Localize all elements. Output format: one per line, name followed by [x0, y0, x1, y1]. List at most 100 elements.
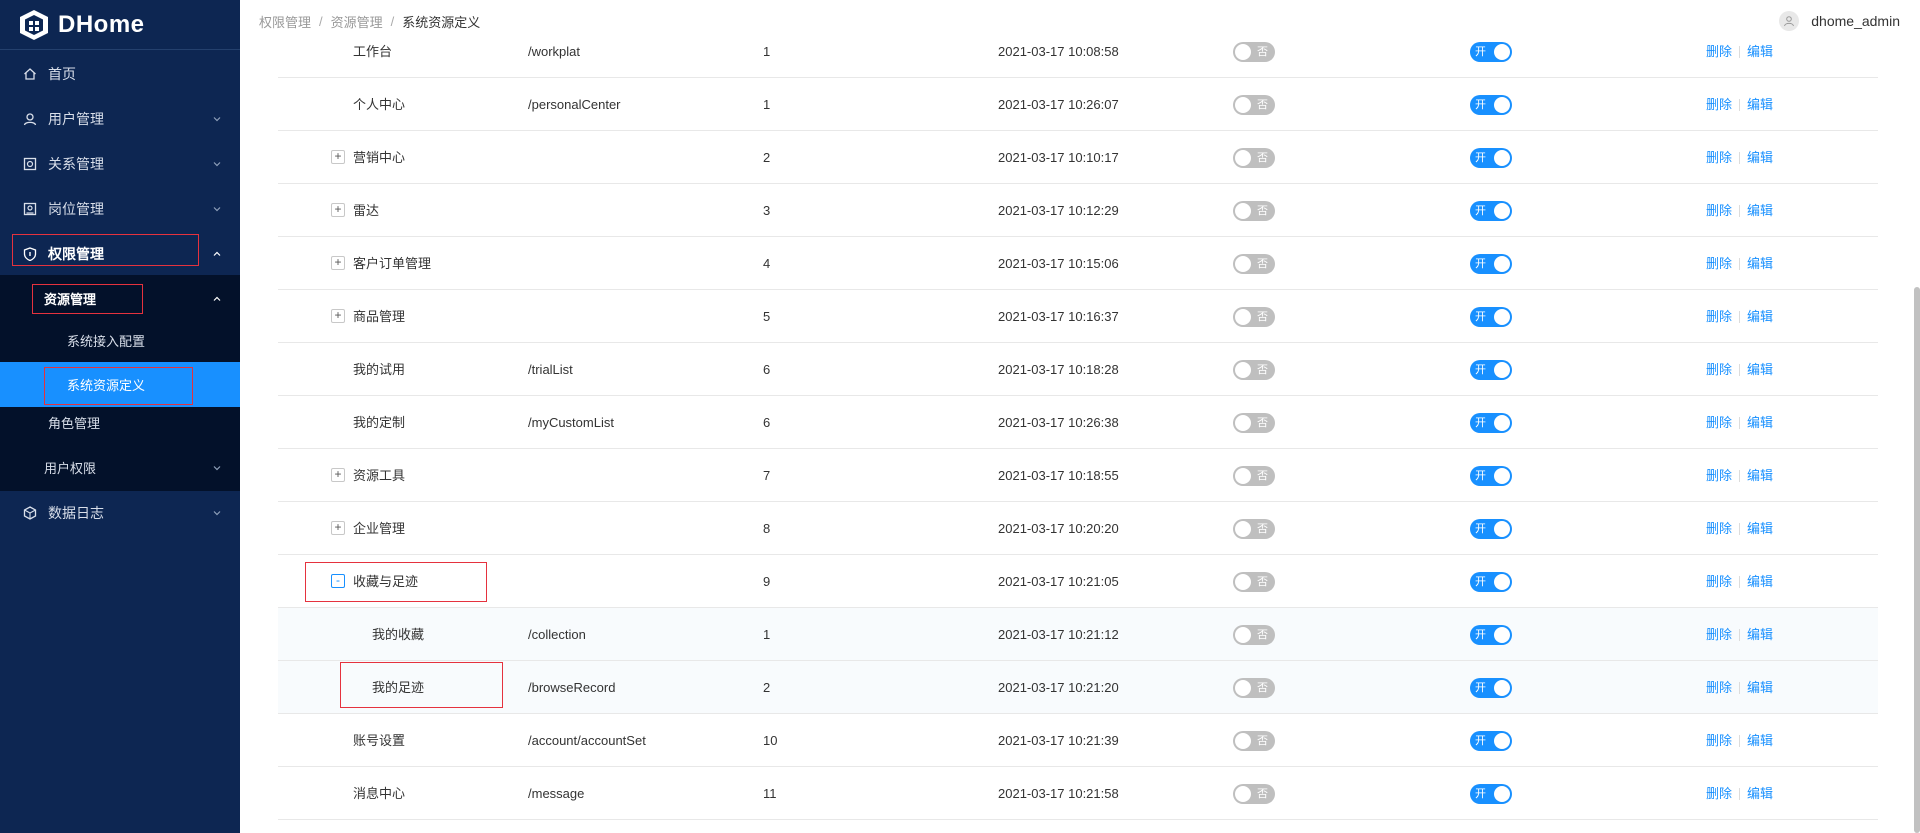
enabled-toggle[interactable]: 开 — [1470, 678, 1512, 698]
edit-link[interactable]: 编辑 — [1747, 767, 1773, 820]
enabled-toggle[interactable]: 开 — [1470, 42, 1512, 62]
hidden-toggle[interactable]: 否 — [1233, 678, 1275, 698]
enabled-toggle[interactable]: 开 — [1470, 413, 1512, 433]
edit-link[interactable]: 编辑 — [1747, 290, 1773, 343]
delete-link[interactable]: 删除 — [1706, 184, 1732, 237]
sidebar-item-permission-management[interactable]: 权限管理 — [0, 231, 240, 276]
delete-link[interactable]: 删除 — [1706, 608, 1732, 661]
expand-icon[interactable]: + — [331, 468, 345, 482]
table-row[interactable]: 账号设置/account/accountSet 10 2021-03-17 10:2… — [278, 714, 1878, 767]
delete-link[interactable]: 删除 — [1706, 237, 1732, 290]
edit-link[interactable]: 编辑 — [1747, 184, 1773, 237]
edit-link[interactable]: 编辑 — [1747, 449, 1773, 502]
expand-icon[interactable]: + — [331, 256, 345, 270]
table-row[interactable]: + 商品管理 5 2021-03-17 10:16:37 否 开 删除 编辑 — [278, 290, 1878, 343]
hidden-toggle[interactable]: 否 — [1233, 466, 1275, 486]
delete-link[interactable]: 删除 — [1706, 131, 1732, 184]
hidden-toggle[interactable]: 否 — [1233, 731, 1275, 751]
hidden-toggle[interactable]: 否 — [1233, 784, 1275, 804]
table-row[interactable]: + 客户订单管理 4 2021-03-17 10:15:06 否 开 删除 编辑 — [278, 237, 1878, 290]
enabled-toggle[interactable]: 开 — [1470, 572, 1512, 592]
table-row[interactable]: + 企业管理 8 2021-03-17 10:20:20 否 开 删除 编辑 — [278, 502, 1878, 555]
action-divider — [1739, 787, 1741, 800]
enabled-toggle[interactable]: 开 — [1470, 254, 1512, 274]
table-row[interactable]: 我的足迹/browseRecord 2 2021-03-17 10:21:20 否 开 删… — [278, 661, 1878, 714]
edit-link[interactable]: 编辑 — [1747, 237, 1773, 290]
delete-link[interactable]: 删除 — [1706, 343, 1732, 396]
enabled-toggle[interactable]: 开 — [1470, 360, 1512, 380]
table-row[interactable]: + 雷达 3 2021-03-17 10:12:29 否 开 删除 编辑 — [278, 184, 1878, 237]
delete-link[interactable]: 删除 — [1706, 714, 1732, 767]
delete-link[interactable]: 删除 — [1706, 449, 1732, 502]
user-menu[interactable]: dhome_admin — [1779, 0, 1900, 42]
expand-icon[interactable]: + — [331, 203, 345, 217]
sidebar-item-post-management[interactable]: 岗位管理 — [0, 186, 240, 231]
logo[interactable]: DHome — [0, 0, 240, 50]
edit-link[interactable]: 编辑 — [1747, 131, 1773, 184]
edit-link[interactable]: 编辑 — [1747, 661, 1773, 714]
table-row[interactable]: 我的试用/trialList 6 2021-03-17 10:18:28 否 开 删除 编辑 — [278, 343, 1878, 396]
enabled-toggle[interactable]: 开 — [1470, 519, 1512, 539]
hidden-toggle[interactable]: 否 — [1233, 307, 1275, 327]
delete-link[interactable]: 删除 — [1706, 502, 1732, 555]
delete-link[interactable]: 删除 — [1706, 767, 1732, 820]
scrollbar[interactable] — [1914, 287, 1920, 833]
table-row[interactable]: 消息中心/message 11 2021-03-17 10:21:58 否 开 删除 编辑 — [278, 767, 1878, 820]
sidebar-item-data-log[interactable]: 数据日志 — [0, 490, 240, 535]
edit-link[interactable]: 编辑 — [1747, 343, 1773, 396]
table-row[interactable]: + 营销中心 2 2021-03-17 10:10:17 否 开 删除 编辑 — [278, 131, 1878, 184]
hidden-toggle[interactable]: 否 — [1233, 42, 1275, 62]
edit-link[interactable]: 编辑 — [1747, 555, 1773, 608]
sidebar-item-user-permission[interactable]: 用户权限 — [0, 445, 240, 490]
edit-link[interactable]: 编辑 — [1747, 396, 1773, 449]
expand-icon[interactable]: + — [331, 150, 345, 164]
expand-icon[interactable]: + — [331, 309, 345, 323]
table-row[interactable]: - 收藏与足迹 9 2021-03-17 10:21:05 否 开 删除 编辑 — [278, 555, 1878, 608]
expand-icon[interactable]: + — [331, 521, 345, 535]
enabled-toggle[interactable]: 开 — [1470, 95, 1512, 115]
table-row[interactable]: 我的收藏/collection 1 2021-03-17 10:21:12 否 开 删除编… — [278, 608, 1878, 661]
breadcrumb-item[interactable]: 权限管理 — [259, 12, 311, 31]
edit-link[interactable]: 编辑 — [1747, 78, 1773, 131]
enabled-toggle[interactable]: 开 — [1470, 625, 1512, 645]
collapse-icon[interactable]: - — [331, 574, 345, 588]
edit-link[interactable]: 编辑 — [1747, 714, 1773, 767]
avatar[interactable] — [1779, 11, 1800, 31]
sidebar-item-home[interactable]: 首页 — [0, 51, 240, 96]
enabled-toggle[interactable]: 开 — [1470, 466, 1512, 486]
chevron-down-icon — [213, 510, 221, 515]
sidebar-item-relation-management[interactable]: 关系管理 — [0, 141, 240, 186]
edit-link[interactable]: 编辑 — [1747, 608, 1773, 661]
delete-link[interactable]: 删除 — [1706, 396, 1732, 449]
hidden-toggle[interactable]: 否 — [1233, 519, 1275, 539]
hidden-toggle[interactable]: 否 — [1233, 413, 1275, 433]
delete-link[interactable]: 删除 — [1706, 290, 1732, 343]
post-icon — [22, 201, 38, 217]
delete-link[interactable]: 删除 — [1706, 78, 1732, 131]
enabled-toggle[interactable]: 开 — [1470, 731, 1512, 751]
sidebar-item-role-management[interactable]: 角色管理 — [0, 400, 240, 445]
sidebar-item-label: 用户管理 — [48, 110, 104, 127]
enabled-toggle[interactable]: 开 — [1470, 148, 1512, 168]
sidebar-item-user-management[interactable]: 用户管理 — [0, 96, 240, 141]
toggle-label: 开 — [1475, 46, 1486, 58]
hidden-toggle[interactable]: 否 — [1233, 360, 1275, 380]
enabled-toggle[interactable]: 开 — [1470, 307, 1512, 327]
hidden-toggle[interactable]: 否 — [1233, 148, 1275, 168]
edit-link[interactable]: 编辑 — [1747, 502, 1773, 555]
hidden-toggle[interactable]: 否 — [1233, 95, 1275, 115]
delete-link[interactable]: 删除 — [1706, 661, 1732, 714]
hidden-toggle[interactable]: 否 — [1233, 254, 1275, 274]
breadcrumb-item[interactable]: 资源管理 — [331, 12, 383, 31]
hidden-toggle[interactable]: 否 — [1233, 572, 1275, 592]
hidden-toggle[interactable]: 否 — [1233, 201, 1275, 221]
table-row[interactable]: 我的定制/myCustomList 6 2021-03-17 10:26:38 否 开 删… — [278, 396, 1878, 449]
sidebar-item-resource-management[interactable]: 资源管理 — [0, 276, 240, 321]
table-row[interactable]: + 资源工具 7 2021-03-17 10:18:55 否 开 删除 编辑 — [278, 449, 1878, 502]
hidden-toggle[interactable]: 否 — [1233, 625, 1275, 645]
enabled-toggle[interactable]: 开 — [1470, 201, 1512, 221]
table-row[interactable]: 个人中心/personalCenter 1 2021-03-17 10:26:07 否… — [278, 78, 1878, 131]
sidebar-item-system-access-config[interactable]: 系统接入配置 — [0, 318, 240, 363]
enabled-toggle[interactable]: 开 — [1470, 784, 1512, 804]
delete-link[interactable]: 删除 — [1706, 555, 1732, 608]
